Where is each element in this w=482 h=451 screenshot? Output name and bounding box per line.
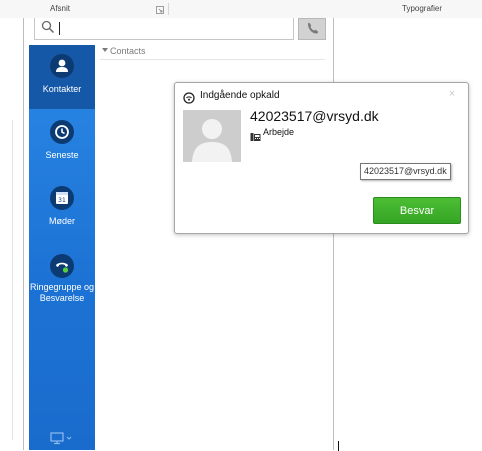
close-icon[interactable]: × <box>445 87 459 101</box>
calendar-day: 31 <box>58 197 66 204</box>
nav-label-meetings: Møder <box>48 216 75 226</box>
nav-item-hunt-group[interactable]: Ringegruppe og Besvarelse <box>29 245 95 309</box>
search-input[interactable] <box>34 18 294 40</box>
monitor-icon[interactable] <box>47 431 77 445</box>
chevron-down-icon <box>102 48 108 52</box>
desk-phone-icon <box>250 129 261 141</box>
nav-item-contacts[interactable]: Kontakter <box>29 45 95 109</box>
caller-tooltip: 42023517@vrsyd.dk <box>360 163 451 180</box>
caller-type-label: Arbejde <box>263 127 295 137</box>
person-icon <box>50 54 74 78</box>
incoming-call-toast: Indgående opkald × 42023517@vrsyd.dk Arb… <box>174 82 469 234</box>
ribbon-separator <box>168 3 169 15</box>
document-edge <box>12 120 13 440</box>
answer-button[interactable]: Besvar <box>373 197 461 224</box>
jabber-logo-icon <box>183 91 195 104</box>
calendar-icon: 31 <box>50 186 74 210</box>
search-icon <box>41 20 55 34</box>
avatar <box>183 110 241 162</box>
hunt-group-icon <box>50 254 74 278</box>
nav-item-recent[interactable]: Seneste <box>29 111 95 175</box>
ribbon-group-styles: Typografier <box>402 4 443 13</box>
document-text-cursor <box>338 441 339 451</box>
ribbon-strip: Afsnit Typografier <box>0 0 482 18</box>
screen: Afsnit Typografier Kontakter Seneste 31 … <box>0 0 482 451</box>
clock-icon <box>50 120 74 144</box>
nav-label-contacts: Kontakter <box>42 84 82 94</box>
phone-icon <box>308 22 319 34</box>
nav-item-meetings[interactable]: 31 Møder <box>29 177 95 241</box>
navigation-sidebar: Kontakter Seneste 31 Møder Ringegruppe o… <box>29 45 95 450</box>
contacts-group-label: Contacts <box>110 46 146 56</box>
call-button[interactable] <box>298 18 326 40</box>
dialog-launcher-icon[interactable] <box>156 6 164 14</box>
nav-label-hunt-group: Ringegruppe og Besvarelse <box>29 282 95 303</box>
toast-title: Indgående opkald <box>200 90 280 101</box>
text-caret <box>59 22 60 35</box>
contacts-group-header[interactable]: Contacts <box>100 45 325 60</box>
ribbon-group-section: Afsnit <box>50 4 71 13</box>
caller-address: 42023517@vrsyd.dk <box>250 108 379 124</box>
nav-label-recent: Seneste <box>45 150 79 160</box>
